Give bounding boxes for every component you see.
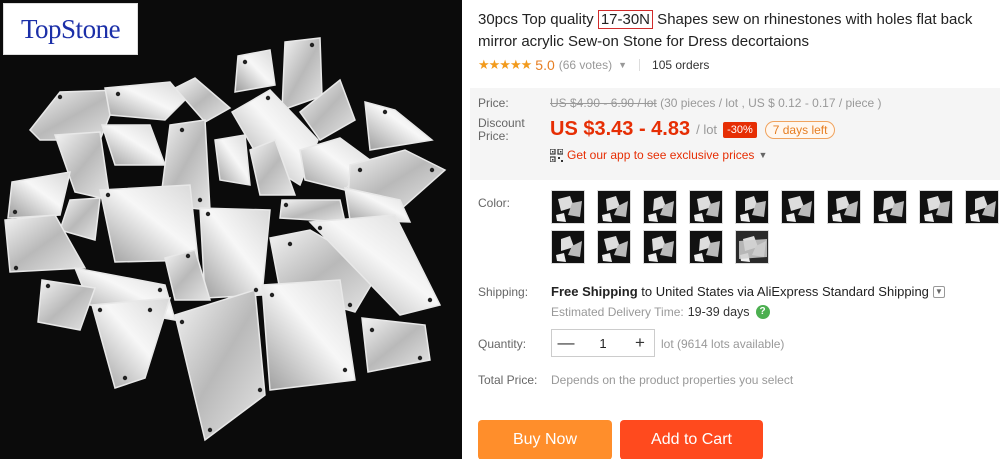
color-swatch[interactable] — [643, 230, 677, 264]
mirror-stone-thumbnail-icon — [644, 191, 676, 223]
color-label: Color: — [478, 196, 511, 210]
mirror-stone-thumbnail-icon — [920, 191, 952, 223]
quantity-label: Quantity: — [478, 337, 527, 351]
mirror-stones-illustration — [4, 37, 447, 442]
mirror-stone-thumbnail-icon — [736, 191, 768, 223]
color-swatch[interactable] — [965, 190, 999, 224]
qr-code-icon — [550, 148, 563, 162]
mirror-stone-thumbnail-icon — [874, 191, 906, 223]
discount-badge: -30% — [723, 121, 757, 138]
free-shipping-text: Free Shipping — [551, 284, 638, 299]
chevron-down-icon[interactable]: ▼ — [618, 60, 627, 70]
quantity-input[interactable]: 1 — [580, 336, 626, 351]
total-price-label: Total Price: — [478, 373, 538, 387]
product-title: 30pcs Top quality 17-30N Shapes sew on r… — [478, 9, 988, 53]
price-label: Price: — [478, 96, 509, 110]
mirror-stone-thumbnail-icon — [644, 231, 676, 263]
delivery-time: Estimated Delivery Time: 19-39 days ? — [551, 305, 770, 319]
color-swatch[interactable] — [597, 190, 631, 224]
app-promo-text: Get our app to see exclusive prices — [567, 148, 755, 162]
chevron-down-icon[interactable]: ▼ — [932, 285, 945, 298]
color-swatch[interactable] — [643, 190, 677, 224]
discount-label-line1: Discount — [478, 116, 525, 130]
mirror-stone-thumbnail-icon — [552, 191, 584, 223]
color-swatch[interactable] — [551, 190, 585, 224]
color-swatch[interactable] — [873, 190, 907, 224]
delivery-label: Estimated Delivery Time: — [551, 305, 684, 319]
mirror-stone-thumbnail-icon — [552, 231, 584, 263]
shipping-label: Shipping: — [478, 285, 529, 299]
app-promo-link[interactable]: Get our app to see exclusive prices ▼ — [550, 148, 767, 162]
title-prefix: 30pcs Top quality — [478, 11, 598, 28]
total-price-note: Depends on the product properties you se… — [551, 373, 794, 387]
mirror-stone-thumbnail-icon — [598, 191, 630, 223]
mirror-stone-thumbnail-icon — [828, 191, 860, 223]
original-price: US $4.90 - 6.90 / lot (30 pieces / lot ,… — [550, 96, 882, 110]
add-to-cart-button[interactable]: Add to Cart — [620, 420, 763, 459]
shipping-method[interactable]: Free Shipping to United States via AliEx… — [551, 284, 945, 299]
decrement-button[interactable]: — — [552, 333, 580, 353]
brand-logo: TopStone — [3, 3, 138, 55]
color-swatch[interactable] — [689, 190, 723, 224]
color-swatch[interactable] — [551, 230, 585, 264]
color-swatch[interactable] — [735, 230, 769, 264]
discount-price-label: Discount Price: — [478, 117, 525, 143]
divider — [639, 59, 641, 71]
mirror-stone-thumbnail-icon — [690, 191, 722, 223]
title-model-highlight: 17-30N — [597, 10, 654, 29]
increment-button[interactable]: + — [626, 333, 654, 353]
mirror-stone-thumbnail-icon — [736, 231, 768, 263]
delivery-days: 19-39 days — [687, 305, 750, 319]
color-swatch[interactable] — [781, 190, 815, 224]
chevron-down-icon: ▼ — [758, 150, 768, 160]
orders-count: 105 orders — [652, 58, 710, 72]
quantity-stepper: — 1 + — [551, 329, 655, 357]
buy-now-button[interactable]: Buy Now — [478, 420, 612, 459]
discount-price: US $3.43 - 4.83 — [550, 118, 691, 140]
brand-logo-text: TopStone — [20, 13, 121, 44]
color-swatch[interactable] — [689, 230, 723, 264]
question-help-icon[interactable]: ? — [755, 305, 770, 319]
original-price-value: US $4.90 - 6.90 / lot — [550, 96, 657, 110]
mirror-stone-thumbnail-icon — [598, 231, 630, 263]
color-swatch[interactable] — [919, 190, 953, 224]
star-rating-icon[interactable]: ★★★★★ — [478, 57, 532, 73]
days-left-badge: 7 days left — [764, 120, 836, 139]
original-price-detail: (30 pieces / lot , US $ 0.12 - 0.17 / pi… — [656, 96, 882, 110]
color-swatch[interactable] — [827, 190, 861, 224]
price-unit: / lot — [696, 122, 718, 137]
color-swatch[interactable] — [597, 230, 631, 264]
shipping-destination: to United States via AliExpress Standard… — [641, 284, 929, 299]
rating-row: ★★★★★ 5.0 (66 votes) ▼ 105 orders — [478, 56, 709, 74]
lots-available: lot (9614 lots available) — [661, 337, 785, 351]
discount-label-line2: Price: — [478, 129, 509, 143]
votes-count[interactable]: (66 votes) — [559, 58, 612, 72]
mirror-stone-thumbnail-icon — [690, 231, 722, 263]
mirror-stone-thumbnail-icon — [782, 191, 814, 223]
rating-score[interactable]: 5.0 — [535, 57, 554, 73]
product-image[interactable]: TopStone — [0, 0, 462, 459]
discount-price-row: US $3.43 - 4.83 / lot -30% 7 days left — [550, 118, 836, 141]
mirror-stone-thumbnail-icon — [966, 191, 998, 223]
color-swatch[interactable] — [735, 190, 769, 224]
